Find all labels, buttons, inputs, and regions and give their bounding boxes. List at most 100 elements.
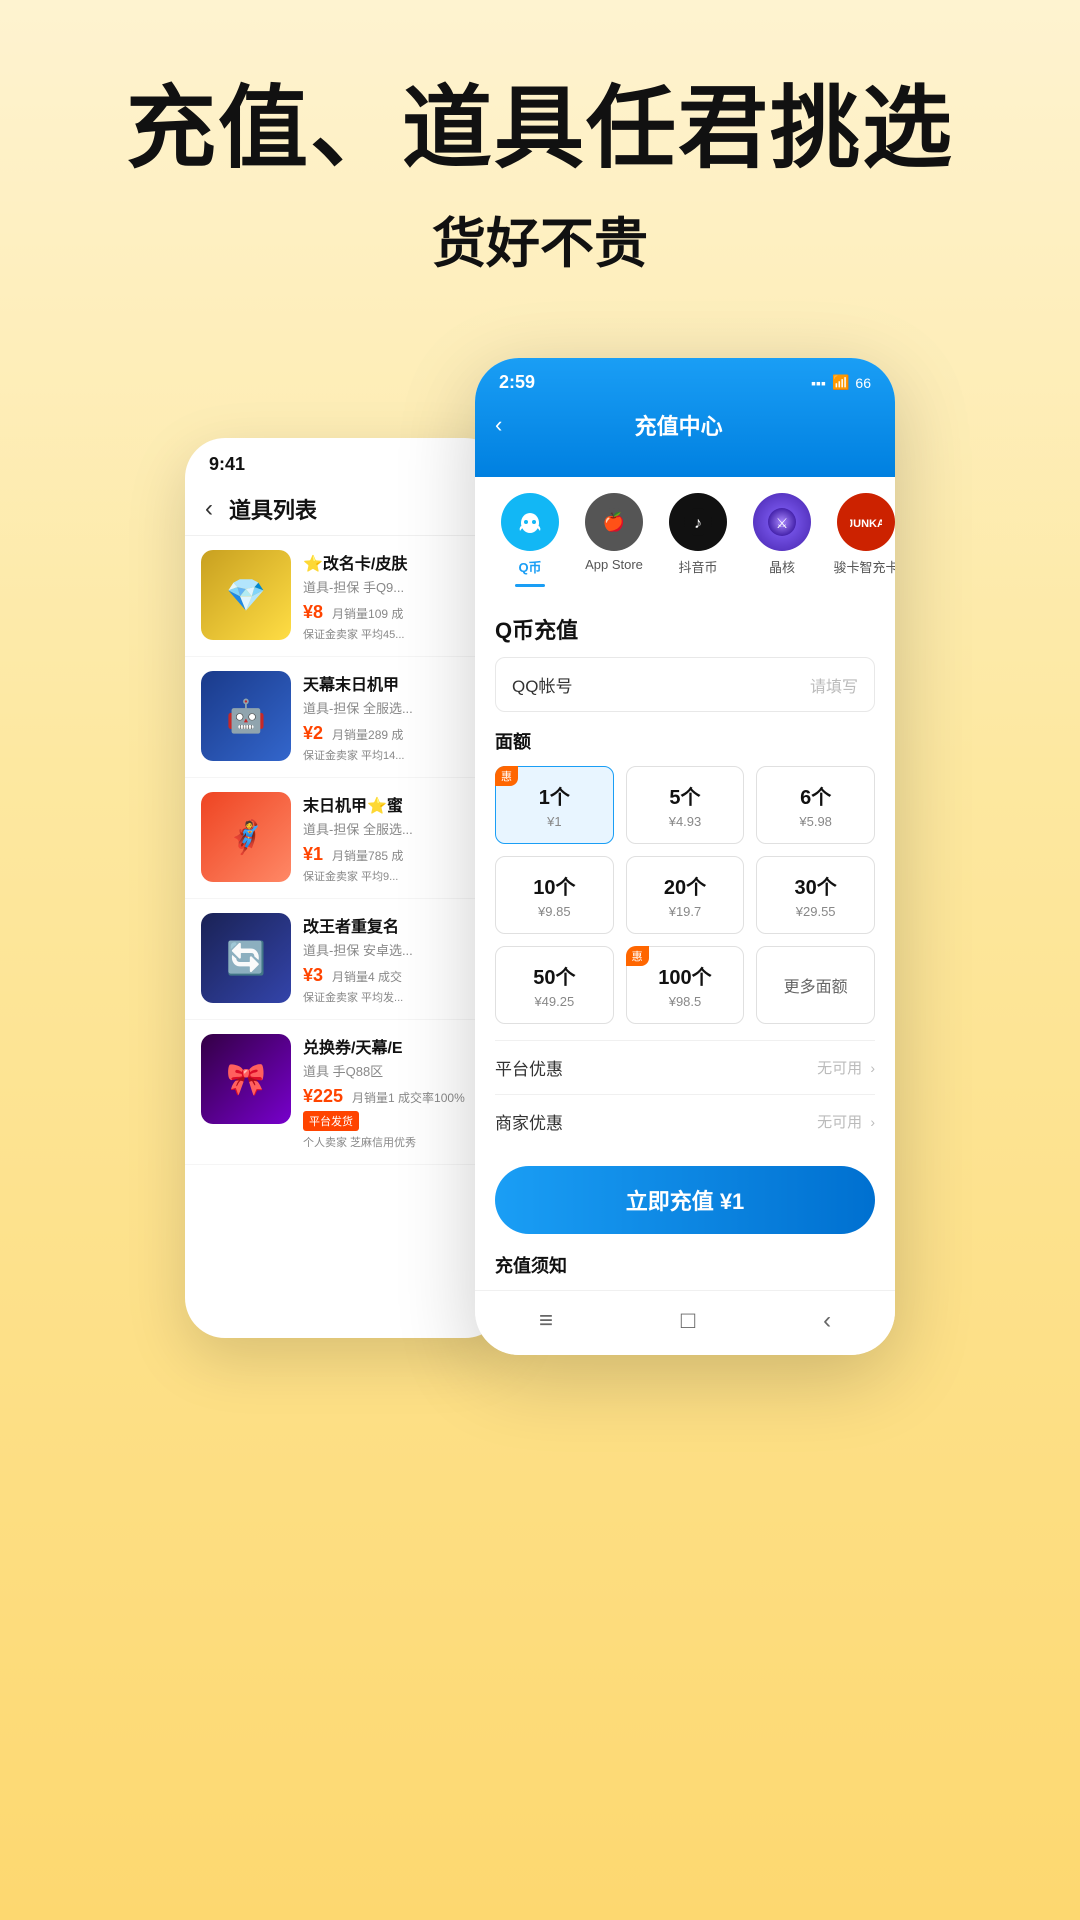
left-page-title: 道具列表 bbox=[229, 493, 317, 525]
bottom-nav: ≡ □ ‹ bbox=[475, 1290, 895, 1355]
merchant-discount-row[interactable]: 商家优惠 无可用 › bbox=[495, 1094, 875, 1148]
denom-10[interactable]: 10个 ¥9.85 bbox=[495, 856, 614, 934]
svg-text:⚔: ⚔ bbox=[776, 515, 789, 531]
left-status-bar: 9:41 bbox=[185, 438, 505, 483]
denom-price: ¥1 bbox=[506, 814, 603, 829]
denom-price: ¥49.25 bbox=[506, 994, 603, 1009]
denom-6[interactable]: 6个 ¥5.98 bbox=[756, 766, 875, 844]
menu-icon[interactable]: ≡ bbox=[539, 1307, 553, 1335]
status-icons: ▪▪▪ 📶 66 bbox=[811, 374, 871, 391]
qq-account-label: QQ帐号 bbox=[512, 672, 810, 697]
denom-qty: 20个 bbox=[637, 871, 734, 900]
denom-price: ¥4.93 bbox=[637, 814, 734, 829]
item-guarantee: 保证金卖家 平均9... bbox=[303, 868, 489, 884]
battery-icon: 66 bbox=[855, 375, 871, 391]
item-image: 🎀 bbox=[201, 1034, 291, 1124]
junka-label: 骏卡智充卡 bbox=[833, 557, 895, 576]
denom-price: ¥29.55 bbox=[767, 904, 864, 919]
svg-text:🍎: 🍎 bbox=[603, 511, 625, 532]
hero-title: 充值、道具任君挑选 bbox=[40, 80, 1040, 179]
denom-50[interactable]: 50个 ¥49.25 bbox=[495, 946, 614, 1024]
item-image: 🦸 bbox=[201, 792, 291, 882]
wifi-icon: 📶 bbox=[832, 374, 849, 391]
denom-100[interactable]: 惠 100个 ¥98.5 bbox=[626, 946, 745, 1024]
left-time: 9:41 bbox=[209, 454, 245, 474]
appstore-icon: 🍎 bbox=[585, 493, 643, 551]
hero-section: 充值、道具任君挑选 货好不贵 bbox=[0, 0, 1080, 318]
svg-text:♪: ♪ bbox=[694, 515, 702, 532]
item-image: 🔄 bbox=[201, 913, 291, 1003]
phones-container: 9:41 ‹ 道具列表 💎 ⭐改名卡/皮肤 道具-担保 手Q9... ¥8 月销… bbox=[0, 318, 1080, 1415]
item-name: 天幕末日机甲 bbox=[303, 671, 489, 695]
merchant-discount-label: 商家优惠 bbox=[495, 1109, 563, 1134]
chevron-right-icon: › bbox=[870, 1114, 875, 1130]
left-back-button[interactable]: ‹ bbox=[205, 495, 213, 523]
item-name: 末日机甲⭐蜜 bbox=[303, 792, 489, 816]
back-nav-icon[interactable]: ‹ bbox=[823, 1307, 831, 1335]
category-qq[interactable]: Q币 bbox=[495, 493, 565, 587]
denom-price: ¥9.85 bbox=[506, 904, 603, 919]
denom-tag: 惠 bbox=[626, 946, 649, 966]
denomination-grid: 惠 1个 ¥1 5个 ¥4.93 6个 ¥5.98 10个 ¥9.85 bbox=[495, 766, 875, 1024]
item-guarantee: 保证金卖家 平均发... bbox=[303, 989, 489, 1005]
right-phone: 2:59 ▪▪▪ 📶 66 ‹ 充值中心 bbox=[475, 358, 895, 1355]
list-item[interactable]: 🦸 末日机甲⭐蜜 道具-担保 全服选... ¥1 月销量785 成 保证金卖家 … bbox=[185, 778, 505, 899]
qq-account-placeholder: 请填写 bbox=[810, 673, 858, 697]
svg-text:JUNKA: JUNKA bbox=[850, 518, 882, 530]
denom-qty: 50个 bbox=[506, 961, 603, 990]
item-image: 🤖 bbox=[201, 671, 291, 761]
item-price: ¥3 月销量4 成交 bbox=[303, 965, 489, 986]
denom-qty: 6个 bbox=[767, 781, 864, 810]
denom-qty: 100个 bbox=[637, 961, 734, 990]
chevron-right-icon: › bbox=[870, 1060, 875, 1076]
douyin-icon: ♪ bbox=[669, 493, 727, 551]
denom-1[interactable]: 惠 1个 ¥1 bbox=[495, 766, 614, 844]
right-page-title: 充值中心 bbox=[522, 409, 835, 441]
jinghe-icon: ⚔ bbox=[753, 493, 811, 551]
list-item[interactable]: 🤖 天幕末日机甲 道具-担保 全服选... ¥2 月销量289 成 保证金卖家 … bbox=[185, 657, 505, 778]
denom-30[interactable]: 30个 ¥29.55 bbox=[756, 856, 875, 934]
charge-button[interactable]: 立即充值 ¥1 bbox=[495, 1166, 875, 1234]
qq-label: Q币 bbox=[518, 557, 541, 576]
list-item[interactable]: 💎 ⭐改名卡/皮肤 道具-担保 手Q9... ¥8 月销量109 成 保证金卖家… bbox=[185, 536, 505, 657]
right-header: ‹ 充值中心 bbox=[475, 401, 895, 457]
item-name: ⭐改名卡/皮肤 bbox=[303, 550, 489, 574]
platform-discount-row[interactable]: 平台优惠 无可用 › bbox=[495, 1040, 875, 1094]
item-extra: 个人卖家 芝麻信用优秀 bbox=[303, 1134, 489, 1150]
right-back-button[interactable]: ‹ bbox=[495, 412, 502, 438]
item-guarantee: 保证金卖家 平均45... bbox=[303, 626, 489, 642]
denom-qty: 1个 bbox=[506, 781, 603, 810]
denom-tag: 惠 bbox=[495, 766, 518, 786]
category-douyin[interactable]: ♪ 抖音币 bbox=[663, 493, 733, 587]
list-item[interactable]: 🎀 兑换券/天幕/E 道具 手Q88区 ¥225 月销量1 成交率100% 平台… bbox=[185, 1020, 505, 1165]
item-guarantee: 保证金卖家 平均14... bbox=[303, 747, 489, 763]
denom-20[interactable]: 20个 ¥19.7 bbox=[626, 856, 745, 934]
denom-qty: 30个 bbox=[767, 871, 864, 900]
qq-account-row[interactable]: QQ帐号 请填写 bbox=[495, 657, 875, 712]
right-status-bar: 2:59 ▪▪▪ 📶 66 bbox=[475, 358, 895, 401]
denom-price: ¥5.98 bbox=[767, 814, 864, 829]
active-indicator bbox=[515, 584, 545, 587]
item-desc: 道具-担保 全服选... bbox=[303, 698, 489, 717]
list-item[interactable]: 🔄 改王者重复名 道具-担保 安卓选... ¥3 月销量4 成交 保证金卖家 平… bbox=[185, 899, 505, 1020]
left-header: ‹ 道具列表 bbox=[185, 483, 505, 536]
category-appstore[interactable]: 🍎 App Store bbox=[579, 493, 649, 587]
item-desc: 道具-担保 手Q9... bbox=[303, 577, 489, 596]
item-image: 💎 bbox=[201, 550, 291, 640]
denom-qty: 10个 bbox=[506, 871, 603, 900]
denom-5[interactable]: 5个 ¥4.93 bbox=[626, 766, 745, 844]
denom-price: ¥19.7 bbox=[637, 904, 734, 919]
signal-icon: ▪▪▪ bbox=[811, 375, 826, 391]
item-price: ¥2 月销量289 成 bbox=[303, 723, 489, 744]
left-item-list: 💎 ⭐改名卡/皮肤 道具-担保 手Q9... ¥8 月销量109 成 保证金卖家… bbox=[185, 536, 505, 1165]
notice-title: 充值须知 bbox=[495, 1252, 875, 1290]
home-icon[interactable]: □ bbox=[681, 1307, 696, 1335]
item-desc: 道具 手Q88区 bbox=[303, 1061, 489, 1080]
appstore-label: App Store bbox=[585, 557, 643, 572]
item-price: ¥1 月销量785 成 bbox=[303, 844, 489, 865]
category-junka[interactable]: JUNKA 骏卡智充卡 bbox=[831, 493, 895, 587]
denom-more[interactable]: 更多面额 bbox=[756, 946, 875, 1024]
item-price: ¥8 月销量109 成 bbox=[303, 602, 489, 623]
qq-icon bbox=[501, 493, 559, 551]
category-jinghe[interactable]: ⚔ 晶核 bbox=[747, 493, 817, 587]
